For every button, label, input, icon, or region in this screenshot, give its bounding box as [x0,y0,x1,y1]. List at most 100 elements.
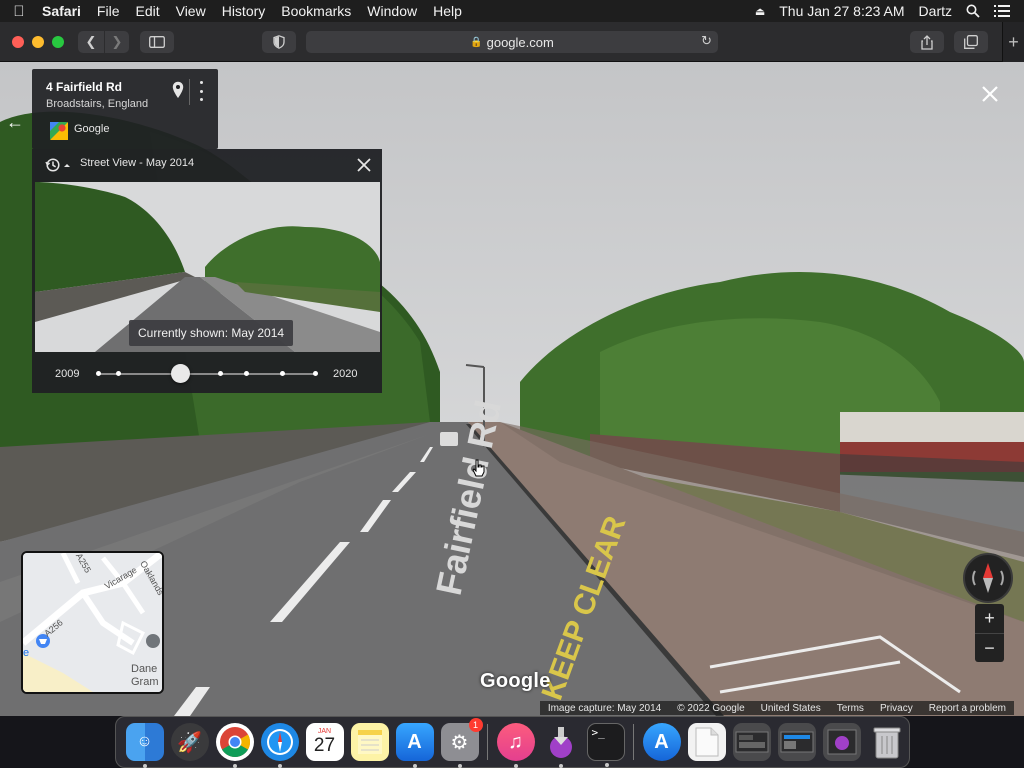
timeline-tick[interactable] [280,371,285,376]
slider-end-year: 2020 [333,368,358,380]
app-store-icon[interactable]: A [395,723,434,768]
google-watermark: Google [480,670,551,692]
tab-overview-button[interactable] [954,31,988,53]
menu-help[interactable]: Help [425,3,470,19]
tabs-icon [964,35,978,49]
eject-icon[interactable]: ⏏ [755,5,765,18]
timeline-tick[interactable] [313,371,318,376]
chrome-icon[interactable] [215,723,254,768]
report-problem-link[interactable]: Report a problem [921,703,1014,714]
app-store-downloads-icon[interactable]: A [642,723,681,761]
finder-icon[interactable]: ☺ [125,723,164,768]
plus-icon: + [1008,31,1019,52]
map-pin-icon[interactable] [172,81,184,99]
menu-history[interactable]: History [214,3,274,19]
shield-icon [273,35,285,49]
menu-file[interactable]: File [89,3,128,19]
zoom-controls: + − [975,604,1004,662]
music-icon[interactable]: ♫ [496,723,535,768]
control-center-icon[interactable] [994,5,1010,17]
share-button[interactable] [910,31,944,53]
system-preferences-icon[interactable]: ⚙ 1 [440,718,483,768]
card-divider [189,79,190,105]
street-view-footer: Image capture: May 2014 © 2022 Google Un… [539,701,1014,715]
notification-badge: 1 [468,718,483,732]
menu-app-name[interactable]: Safari [38,3,89,19]
minus-icon: − [984,637,995,658]
calendar-icon[interactable]: JAN 27 [305,723,344,761]
menu-window[interactable]: Window [359,3,425,19]
screenshot-thumbnail-icon[interactable] [732,723,771,761]
privacy-report-button[interactable] [262,31,296,53]
back-button[interactable]: ❮ [78,31,104,53]
google-maps-logo-icon [50,122,68,140]
dock-separator [487,724,488,760]
menu-bookmarks[interactable]: Bookmarks [273,3,359,19]
zoom-in-button[interactable]: + [975,604,1004,633]
installer-thumbnail-icon[interactable] [822,723,861,761]
timeline-slider-thumb[interactable] [171,364,191,383]
zoom-out-button[interactable]: − [975,633,1004,662]
menu-edit[interactable]: Edit [127,3,167,19]
new-tab-button[interactable]: + [1002,22,1024,62]
minimap[interactable]: A256 A255 Vicarage Oaklands Dane Gram e [21,551,164,694]
close-time-machine-icon[interactable] [354,155,374,175]
installer-icon[interactable] [542,723,580,768]
address-text: google.com [486,34,554,50]
google-maps-link[interactable]: Google [74,123,109,135]
compass-needle-icon [972,563,1004,593]
user-name[interactable]: Dartz [919,3,952,19]
launchpad-icon[interactable]: 🚀 [170,723,209,761]
spotlight-search-icon[interactable] [966,4,980,18]
close-window-button[interactable] [12,36,24,48]
dock-separator [633,724,634,760]
chevron-left-icon: ❮ [85,34,97,49]
time-machine-title: Street View - May 2014 [80,157,195,169]
fullscreen-window-button[interactable] [52,36,64,48]
apple-menu-icon[interactable]:  [0,3,38,20]
document-icon[interactable] [687,723,726,761]
history-icon[interactable] [45,157,75,173]
historical-preview-image[interactable]: Currently shown: May 2014 [35,182,380,352]
timeline-tick[interactable] [96,371,101,376]
notes-icon[interactable] [350,723,389,761]
slider-start-year: 2009 [55,368,80,380]
sidebar-icon [149,36,165,48]
map-label-place: Gram [131,676,159,688]
map-label-place: e [23,647,30,659]
desktop-strip: ☺ 🚀 JAN 27 A ⚙ 1 ♫ >_ A [0,716,1024,768]
address-bar[interactable]: 🔒 google.com ↻ [306,31,718,53]
privacy-link[interactable]: Privacy [872,703,921,714]
browser-toolbar: ❮ ❯ 🔒 google.com ↻ + [0,22,1024,62]
clock[interactable]: Thu Jan 27 8:23 AM [779,3,904,19]
safari-icon[interactable] [260,723,299,768]
share-icon [921,34,933,50]
calendar-day: 27 [313,735,336,756]
map-label-place: Dane [131,663,158,675]
forward-button[interactable]: ❯ [105,31,129,53]
place-title[interactable]: 4 Fairfield Rd [46,80,122,94]
compass[interactable] [963,553,1013,603]
close-street-view-icon[interactable] [978,82,1002,106]
menu-bar:  Safari File Edit View History Bookmark… [0,0,1024,22]
plus-icon: + [984,608,995,628]
chevron-right-icon: ❯ [111,34,123,49]
timeline-tick[interactable] [218,371,223,376]
street-view-canvas[interactable]: Fairfield Rd KEEP CLEAR 4 Fairfield Rd B… [0,62,1024,716]
back-arrow-icon[interactable]: ← [6,112,26,132]
sidebar-toggle-button[interactable] [140,31,174,53]
window-thumbnail-icon[interactable] [777,723,816,761]
reload-icon[interactable]: ↻ [701,33,712,49]
terminal-icon[interactable]: >_ [586,723,625,767]
region-link[interactable]: United States [753,703,829,714]
terms-link[interactable]: Terms [829,703,872,714]
timeline-tick[interactable] [244,371,249,376]
trash-icon[interactable] [868,723,906,761]
copyright-text: © 2022 Google [677,702,745,714]
more-options-icon[interactable] [194,81,208,101]
place-card: 4 Fairfield Rd Broadstairs, England Goog… [32,69,218,149]
minimize-window-button[interactable] [32,36,44,48]
menu-view[interactable]: View [168,3,214,19]
timeline-tick[interactable] [116,371,121,376]
place-subtitle: Broadstairs, England [46,98,149,110]
